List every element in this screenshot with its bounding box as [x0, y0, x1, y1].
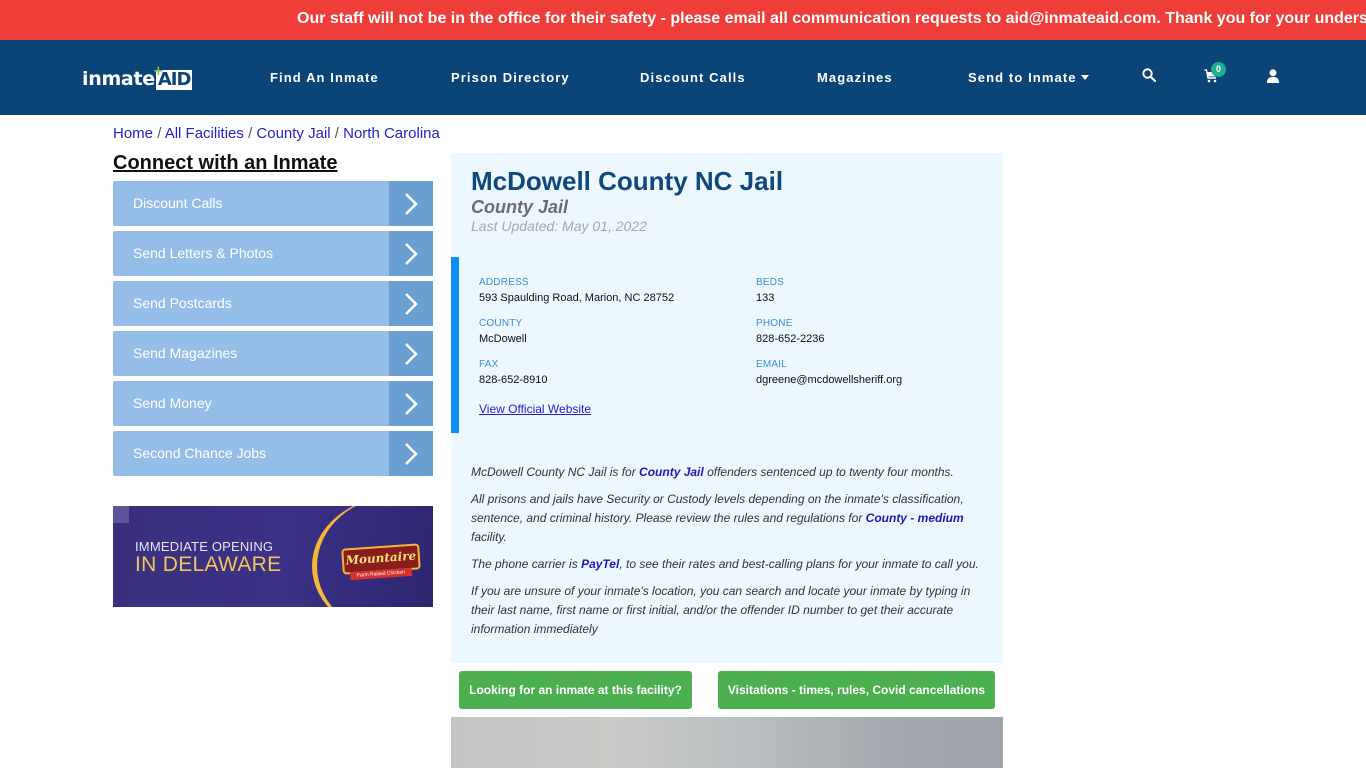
breadcrumb-separator: /: [157, 125, 165, 142]
chevron-right-icon: [389, 231, 433, 276]
field-county: COUNTY McDowell: [479, 318, 527, 345]
sidebar-item-discount-calls[interactable]: Discount Calls: [113, 181, 433, 226]
ad-headline: IMMEDIATE OPENING: [135, 539, 274, 554]
facility-card: McDowell County NC Jail County Jail Last…: [451, 153, 1003, 663]
field-value: dgreene@mcdowellsheriff.org: [756, 374, 903, 386]
sidebar-title: Connect with an Inmate: [113, 152, 338, 174]
sidebar-item-send-money[interactable]: Send Money: [113, 381, 433, 426]
sidebar-item-label: Second Chance Jobs: [133, 445, 267, 461]
description-paragraph: The phone carrier is PayTel, to see thei…: [471, 555, 991, 574]
county-jail-link[interactable]: County Jail: [639, 465, 704, 479]
sidebar-item-label: Discount Calls: [133, 195, 223, 211]
plus-icon: +: [152, 64, 164, 79]
user-icon[interactable]: [1267, 69, 1279, 88]
text: facility.: [471, 530, 507, 544]
field-value: McDowell: [479, 333, 527, 345]
breadcrumb: Home / All Facilities / County Jail / No…: [113, 125, 440, 142]
facility-description: McDowell County NC Jail is for County Ja…: [471, 463, 991, 647]
field-email: EMAIL dgreene@mcdowellsheriff.org: [756, 359, 902, 386]
breadcrumb-home[interactable]: Home: [113, 125, 153, 142]
nav-send-to-inmate-label: Send to Inmate: [968, 70, 1077, 85]
chevron-right-icon: [389, 281, 433, 326]
nav-send-to-inmate[interactable]: Send to Inmate: [968, 70, 1089, 85]
breadcrumb-separator: /: [334, 125, 344, 142]
official-website-link[interactable]: View Official Website: [479, 402, 591, 416]
field-fax: FAX 828-652-8910: [479, 359, 548, 386]
sidebar-item-send-letters-photos[interactable]: Send Letters & Photos: [113, 231, 433, 276]
field-label: FAX: [479, 359, 499, 370]
logo-text: inmate: [82, 68, 155, 90]
description-paragraph: McDowell County NC Jail is for County Ja…: [471, 463, 991, 482]
field-address: ADDRESS 593 Spaulding Road, Marion, NC 2…: [479, 277, 674, 304]
field-value: 133: [756, 292, 775, 304]
ad-decoration: [113, 506, 129, 523]
nav-magazines[interactable]: Magazines: [817, 70, 893, 85]
field-value: 593 Spaulding Road, Marion, NC 28752: [479, 292, 675, 304]
sidebar-item-label: Send Postcards: [133, 295, 232, 311]
caret-down-icon: [1080, 75, 1089, 81]
sidebar-item-label: Send Letters & Photos: [133, 245, 274, 261]
facility-type: County Jail: [471, 197, 569, 217]
chevron-right-icon: [389, 381, 433, 426]
facility-info: ADDRESS 593 Spaulding Road, Marion, NC 2…: [451, 257, 1003, 433]
chevron-right-icon: [389, 431, 433, 476]
description-paragraph: If you are unsure of your inmate's locat…: [471, 584, 971, 636]
ad-subheadline: IN DELAWARE: [135, 553, 282, 576]
nav-discount-calls[interactable]: Discount Calls: [640, 70, 746, 85]
text: The phone carrier is: [471, 557, 582, 571]
field-beds: BEDS 133: [756, 277, 784, 304]
description-paragraph: All prisons and jails have Security or C…: [471, 490, 991, 547]
text: offenders sentenced up to twenty four mo…: [703, 465, 954, 479]
sidebar-item-send-postcards[interactable]: Send Postcards: [113, 281, 433, 326]
field-phone: PHONE 828-652-2236: [756, 318, 825, 345]
breadcrumb-county-jail[interactable]: County Jail: [256, 125, 330, 142]
facility-photo: [451, 717, 1003, 768]
field-label: PHONE: [756, 318, 793, 329]
alert-banner: Our staff will not be in the office for …: [0, 0, 1366, 40]
logo-aid: + AID: [153, 64, 193, 90]
chevron-right-icon: [389, 331, 433, 376]
navbar: inmate + AID Find An Inmate Prison Direct…: [0, 40, 1366, 115]
sidebar-item-second-chance-jobs[interactable]: Second Chance Jobs: [113, 431, 433, 476]
ad-banner[interactable]: IMMEDIATE OPENING IN DELAWARE Mountaire …: [113, 506, 433, 607]
cart-count-badge: 0: [1211, 62, 1226, 77]
sidebar-item-send-magazines[interactable]: Send Magazines: [113, 331, 433, 376]
logo[interactable]: inmate + AID: [82, 64, 193, 90]
find-inmate-button[interactable]: Looking for an inmate at this facility?: [459, 671, 692, 709]
field-label: ADDRESS: [479, 277, 529, 288]
breadcrumb-all-facilities[interactable]: All Facilities: [165, 125, 244, 142]
facility-name: McDowell County NC Jail: [471, 166, 784, 196]
alert-message: Our staff will not be in the office for …: [297, 10, 1366, 27]
field-value: 828-652-8910: [479, 374, 548, 386]
security-level-link[interactable]: County - medium: [866, 511, 964, 525]
text: , to see their rates and best-calling pl…: [619, 557, 979, 571]
phone-carrier-link[interactable]: PayTel: [581, 557, 619, 571]
field-label: COUNTY: [479, 318, 523, 329]
field-value: 828-652-2236: [756, 333, 825, 345]
field-label: EMAIL: [756, 359, 788, 370]
sidebar-item-label: Send Money: [133, 395, 212, 411]
text: McDowell County NC Jail is for: [471, 465, 640, 479]
breadcrumb-north-carolina[interactable]: North Carolina: [343, 125, 440, 142]
sidebar-item-label: Send Magazines: [133, 345, 238, 361]
visitation-button[interactable]: Visitations - times, rules, Covid cancel…: [718, 671, 995, 709]
chevron-right-icon: [389, 181, 433, 226]
search-icon[interactable]: [1142, 68, 1157, 87]
nav-find-inmate[interactable]: Find An Inmate: [270, 70, 379, 85]
field-label: BEDS: [756, 277, 785, 288]
nav-prison-directory[interactable]: Prison Directory: [451, 70, 570, 85]
last-updated: Last Updated: May 01, 2022: [471, 218, 647, 234]
sidebar-menu: Discount Calls Send Letters & Photos Sen…: [113, 181, 433, 481]
